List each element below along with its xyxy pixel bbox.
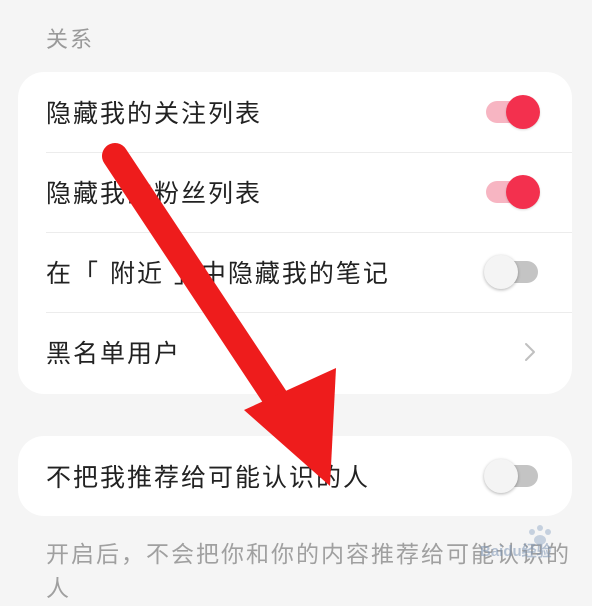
setting-label: 不把我推荐给可能认识的人	[46, 463, 371, 492]
setting-row-hide-following[interactable]: 隐藏我的关注列表	[18, 72, 572, 152]
toggle-switch-off[interactable]	[484, 458, 540, 494]
toggle-switch-on[interactable]	[484, 94, 540, 130]
recommend-settings-card: 不把我推荐给可能认识的人	[18, 436, 572, 516]
setting-row-hide-notes-nearby[interactable]: 在「 附近 」中隐藏我的笔记	[18, 232, 572, 312]
relations-settings-card: 隐藏我的关注列表 隐藏我的粉丝列表 在「 附近 」中隐藏我的笔记 黑名单用户	[18, 72, 572, 394]
setting-row-blacklist[interactable]: 黑名单用户	[18, 312, 572, 392]
toggle-knob	[484, 255, 518, 289]
toggle-switch-off[interactable]	[484, 254, 540, 290]
toggle-knob	[506, 175, 540, 209]
svg-text:Baidu经验: Baidu经验	[480, 542, 553, 560]
toggle-switch-on[interactable]	[484, 174, 540, 210]
setting-label: 在「 附近 」中隐藏我的笔记	[46, 259, 390, 288]
toggle-knob	[506, 95, 540, 129]
setting-label: 黑名单用户	[46, 339, 182, 368]
setting-row-hide-followers[interactable]: 隐藏我的粉丝列表	[18, 152, 572, 232]
chevron-right-icon	[525, 343, 535, 361]
setting-row-no-recommend[interactable]: 不把我推荐给可能认识的人	[18, 436, 572, 516]
section-title-relations: 关系	[46, 28, 95, 53]
toggle-knob	[484, 459, 518, 493]
setting-label: 隐藏我的关注列表	[46, 99, 263, 128]
baidu-watermark-logo: Baidu经验	[480, 525, 553, 560]
setting-label: 隐藏我的粉丝列表	[46, 179, 263, 208]
